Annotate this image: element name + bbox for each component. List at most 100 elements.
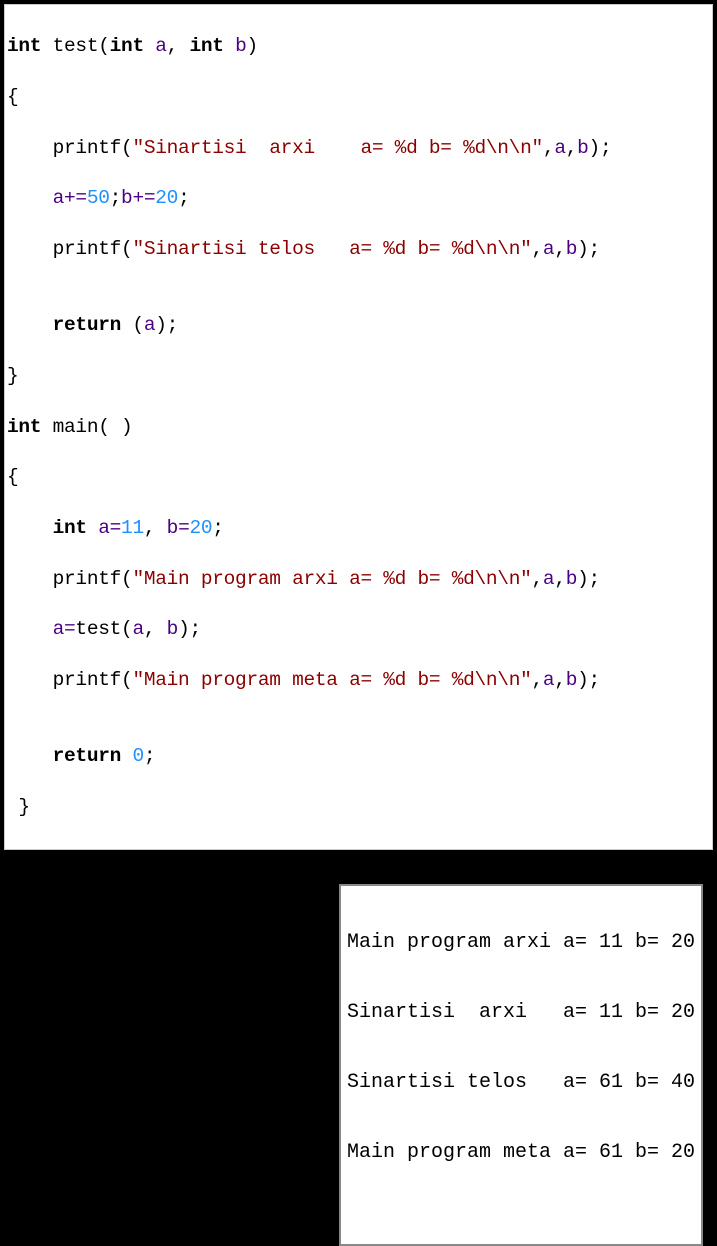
- code-line: printf("Main program arxi a= %d b= %d\n\…: [7, 567, 710, 592]
- code-line: }: [7, 364, 710, 389]
- operator: =: [110, 517, 121, 539]
- indent: [7, 314, 53, 336]
- identifier: a: [53, 187, 64, 209]
- code-line: a=test(a, b);: [7, 617, 710, 642]
- identifier: b: [121, 187, 132, 209]
- code-line: int main( ): [7, 415, 710, 440]
- number: 0: [132, 745, 143, 767]
- operator: +=: [132, 187, 155, 209]
- paren: ): [247, 35, 258, 57]
- bottom-area: Main program arxi a= 11 b= 20 Sinartisi …: [0, 854, 717, 1048]
- comma: ,: [554, 238, 565, 260]
- function-call: test: [75, 618, 121, 640]
- output-line: Sinartisi telos a= 61 b= 40: [347, 1065, 695, 1100]
- comma: ,: [566, 137, 577, 159]
- number: 20: [189, 517, 212, 539]
- paren: (: [121, 669, 132, 691]
- function-name: test: [41, 35, 98, 57]
- indent: [7, 618, 53, 640]
- output-line: Sinartisi arxi a= 11 b= 20: [347, 995, 695, 1030]
- semicolon: ;: [212, 517, 223, 539]
- semicolon: ;: [589, 238, 600, 260]
- paren: ): [155, 314, 166, 336]
- paren: ( ): [98, 416, 132, 438]
- identifier: a: [144, 314, 155, 336]
- identifier: a: [543, 669, 554, 691]
- semicolon: ;: [189, 618, 200, 640]
- indent: [7, 745, 53, 767]
- brace: {: [7, 466, 18, 488]
- comma: ,: [144, 618, 167, 640]
- paren: (: [121, 137, 132, 159]
- semicolon: ;: [589, 568, 600, 590]
- identifier: b: [566, 238, 577, 260]
- keyword: int: [189, 35, 223, 57]
- output-line: Main program arxi a= 11 b= 20: [347, 925, 695, 960]
- code-line: {: [7, 85, 710, 110]
- indent: [7, 137, 53, 159]
- keyword: int: [7, 35, 41, 57]
- function-name: main: [41, 416, 98, 438]
- console-output: Main program arxi a= 11 b= 20 Sinartisi …: [339, 884, 703, 1246]
- indent: [7, 517, 53, 539]
- code-line: return (a);: [7, 313, 710, 338]
- code-line: int test(int a, int b): [7, 34, 710, 59]
- code-line: }: [7, 795, 710, 820]
- paren: ): [577, 669, 588, 691]
- number: 50: [87, 187, 110, 209]
- paren: (: [121, 568, 132, 590]
- identifier: a: [87, 517, 110, 539]
- indent: [7, 238, 53, 260]
- paren: ): [589, 137, 600, 159]
- brace: }: [18, 796, 29, 818]
- identifier: b: [566, 568, 577, 590]
- comma: ,: [144, 517, 167, 539]
- comma: ,: [543, 137, 554, 159]
- identifier: a: [554, 137, 565, 159]
- identifier: a: [53, 618, 64, 640]
- brace: }: [7, 365, 18, 387]
- semicolon: ;: [600, 137, 611, 159]
- semicolon: ;: [167, 314, 178, 336]
- space: [121, 745, 132, 767]
- paren: ): [577, 238, 588, 260]
- code-line: printf("Sinartisi telos a= %d b= %d\n\n"…: [7, 237, 710, 262]
- string-literal: "Sinartisi telos a= %d b= %d\n\n": [132, 238, 531, 260]
- code-line: int a=11, b=20;: [7, 516, 710, 541]
- comma: ,: [532, 568, 543, 590]
- function-call: printf: [53, 137, 121, 159]
- output-line: Main program meta a= 61 b= 20: [347, 1135, 695, 1170]
- identifier: a: [543, 238, 554, 260]
- string-literal: "Main program arxi a= %d b= %d\n\n": [132, 568, 531, 590]
- code-line: printf("Sinartisi arxi a= %d b= %d\n\n",…: [7, 136, 710, 161]
- indent: [7, 568, 53, 590]
- operator: +=: [64, 187, 87, 209]
- identifier: b: [224, 35, 247, 57]
- code-editor: int test(int a, int b) { printf("Sinarti…: [4, 4, 713, 850]
- paren: ): [178, 618, 189, 640]
- semicolon: ;: [144, 745, 155, 767]
- code-line: printf("Main program meta a= %d b= %d\n\…: [7, 668, 710, 693]
- keyword: return: [53, 314, 121, 336]
- string-literal: "Main program meta a= %d b= %d\n\n": [132, 669, 531, 691]
- code-line: {: [7, 465, 710, 490]
- comma: ,: [554, 669, 565, 691]
- code-line: return 0;: [7, 744, 710, 769]
- identifier: a: [132, 618, 143, 640]
- code-line: a+=50;b+=20;: [7, 186, 710, 211]
- identifier: b: [566, 669, 577, 691]
- identifier: a: [543, 568, 554, 590]
- string-literal: "Sinartisi arxi a= %d b= %d\n\n": [132, 137, 542, 159]
- semicolon: ;: [178, 187, 189, 209]
- identifier: b: [167, 618, 178, 640]
- function-call: printf: [53, 238, 121, 260]
- keyword: return: [53, 745, 121, 767]
- comma: ,: [167, 35, 190, 57]
- keyword: int: [53, 517, 87, 539]
- operator: =: [64, 618, 75, 640]
- number: 11: [121, 517, 144, 539]
- paren: (: [121, 314, 144, 336]
- semicolon: ;: [589, 669, 600, 691]
- identifier: a: [144, 35, 167, 57]
- identifier: b: [167, 517, 178, 539]
